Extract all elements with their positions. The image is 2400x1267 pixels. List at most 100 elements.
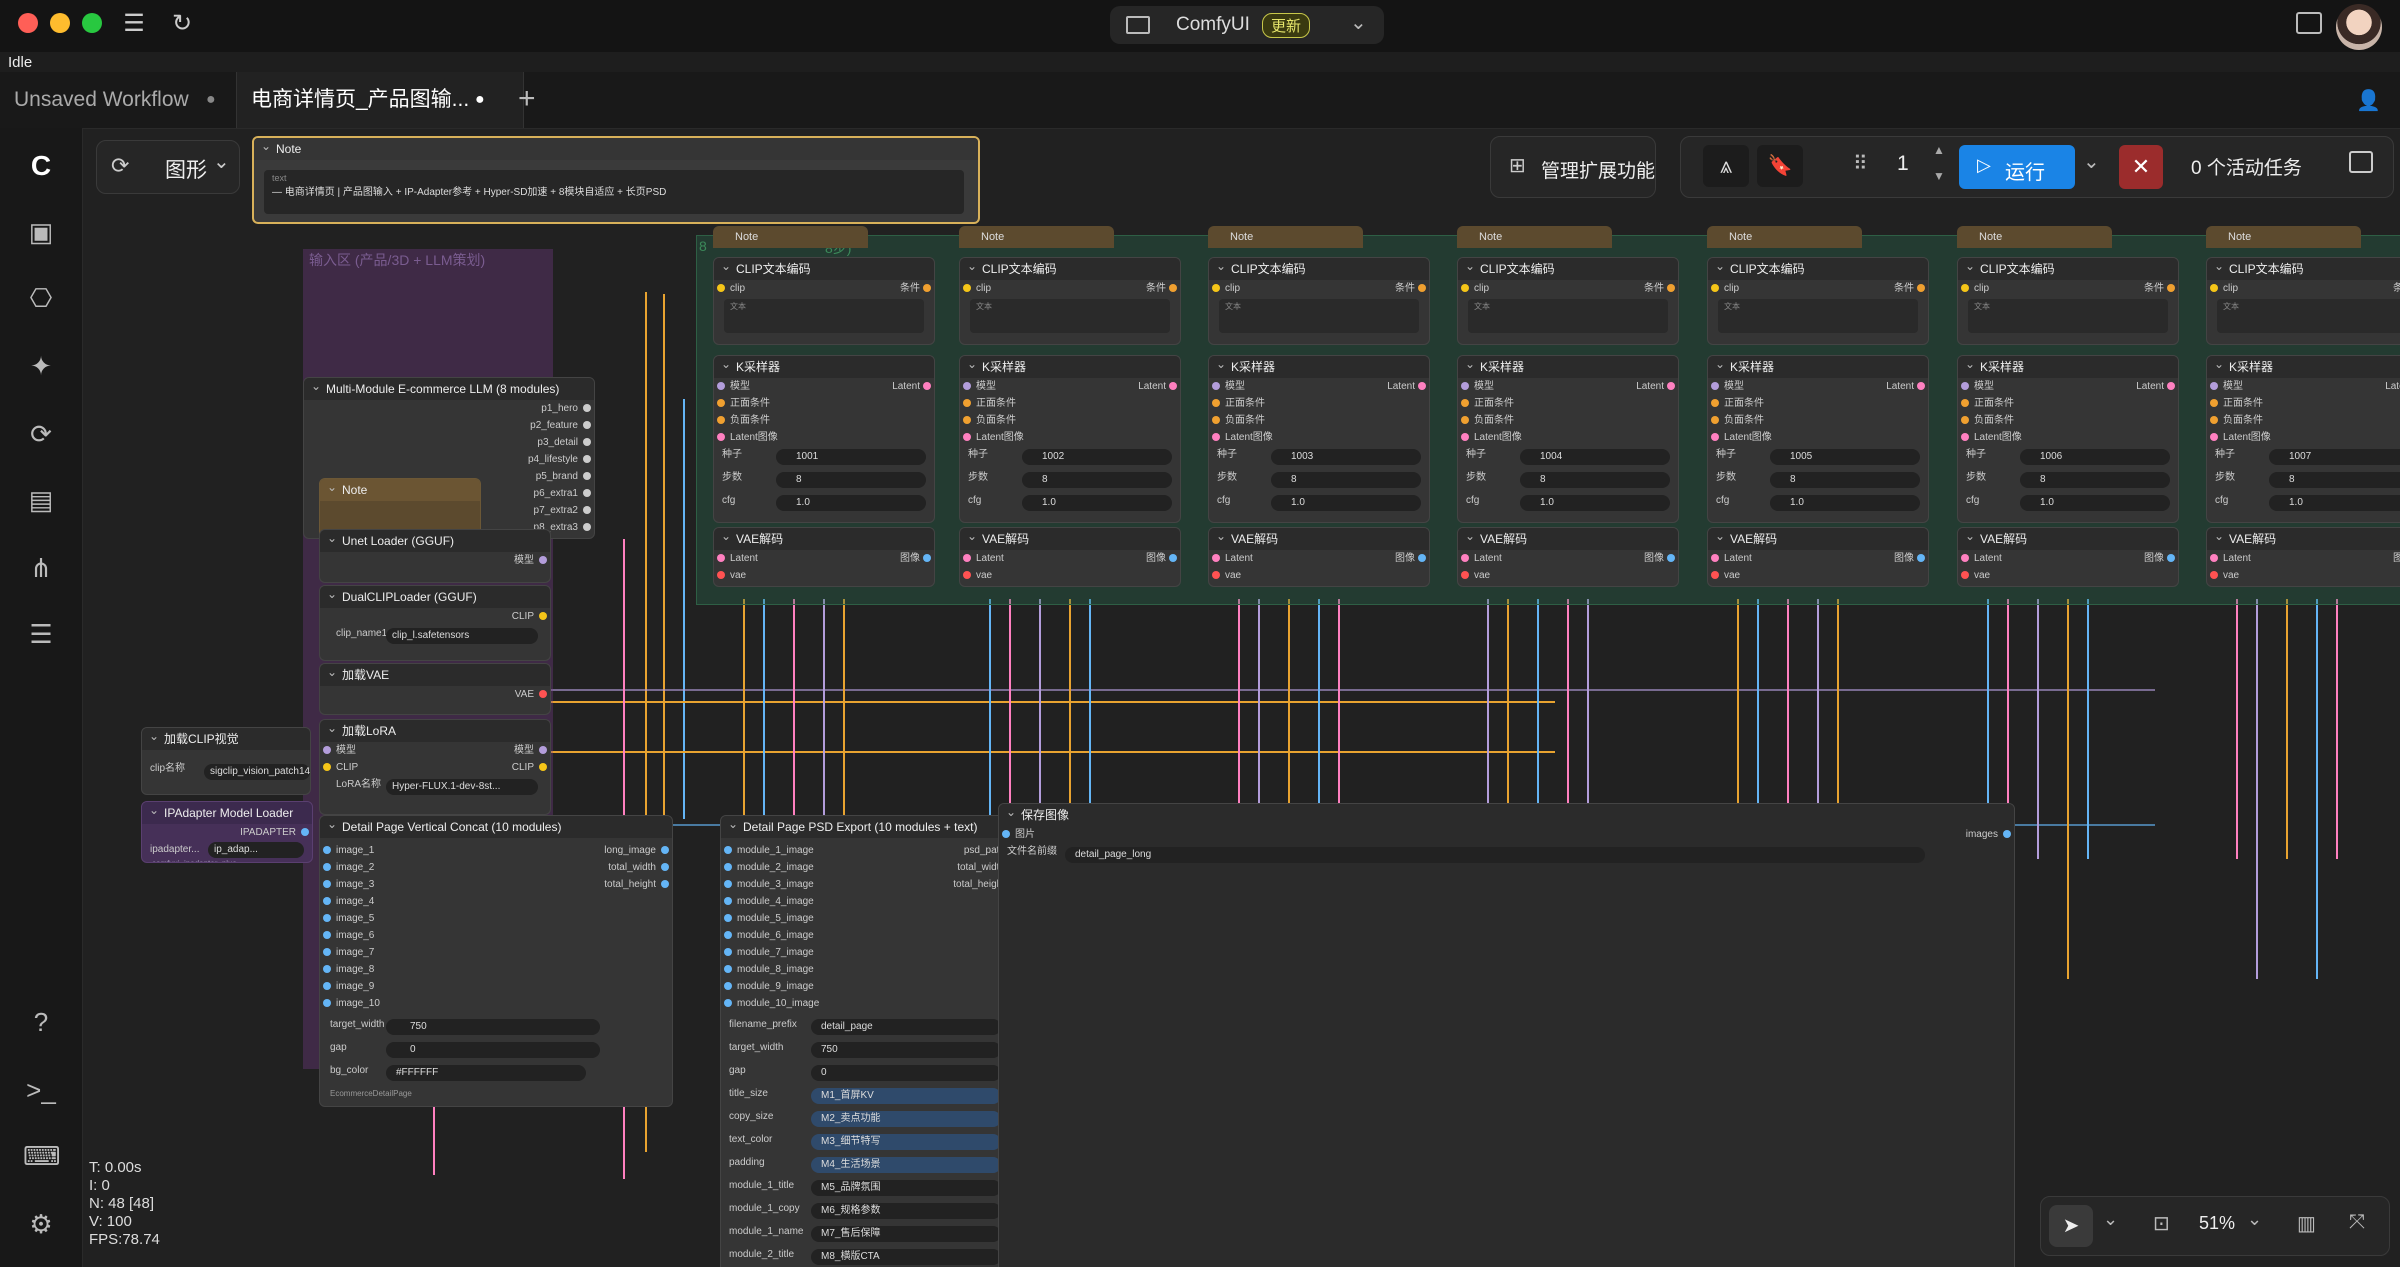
slot-dot[interactable] (583, 506, 591, 514)
widget-input[interactable]: M5_品牌氛围 (811, 1180, 1001, 1196)
slot-dot[interactable] (301, 828, 309, 836)
slot-dot[interactable] (963, 571, 971, 579)
slot-dot[interactable] (923, 554, 931, 562)
output-slot[interactable]: p2_feature (304, 417, 594, 434)
slot-dot[interactable] (724, 982, 732, 990)
clip-text-encode-node[interactable]: CLIP文本编码 clip 条件文本 (1957, 257, 2179, 345)
chevron-down-icon[interactable]: ⌄ (2247, 1209, 2262, 1230)
slot-dot[interactable] (1711, 433, 1719, 441)
keyboard-icon[interactable]: ⌨ (23, 1138, 61, 1174)
slot-dot[interactable] (1711, 416, 1719, 424)
node-library-icon[interactable]: ✦ (23, 348, 59, 384)
slot-dot[interactable] (1961, 571, 1969, 579)
output-slot[interactable]: total_width (522, 859, 672, 876)
slot-dot[interactable] (1711, 284, 1719, 292)
target-width-stepper[interactable]: 750 (386, 1019, 600, 1035)
ksampler-node[interactable]: K采样器模型 Latent 正面条件负面条件 Latent图像种子 1002 步数 8 cfg… (959, 355, 1181, 523)
slot-dot[interactable] (2003, 830, 2011, 838)
slot-dot[interactable] (724, 880, 732, 888)
slot-dot[interactable] (717, 554, 725, 562)
images-icon[interactable]: ▣ (23, 214, 59, 250)
cfg-stepper[interactable]: 1.0 (1271, 495, 1421, 511)
vertical-concat-node[interactable]: Detail Page Vertical Concat (10 modules)… (319, 815, 673, 1107)
input-slot[interactable]: module_1_image (721, 842, 819, 859)
steps-stepper[interactable]: 8 (1271, 472, 1421, 488)
slot-dot[interactable] (1461, 284, 1469, 292)
chevron-down-icon[interactable]: ⌄ (2103, 1209, 2118, 1230)
ipadapter-select[interactable]: ip_adap... (208, 842, 304, 858)
slot-dot[interactable] (724, 846, 732, 854)
maximize-window-button[interactable] (82, 13, 102, 33)
column-note[interactable]: Note (959, 226, 1114, 248)
model-library-icon[interactable]: ⎔ (23, 280, 59, 316)
ksampler-node[interactable]: K采样器模型 Latent 正面条件负面条件 Latent图像种子 1003 步数 8 cfg… (1208, 355, 1430, 523)
slot-dot[interactable] (1169, 554, 1177, 562)
slot-dot[interactable] (323, 914, 331, 922)
column-note[interactable]: Note (713, 226, 868, 248)
network-icon[interactable]: ⋔ (23, 550, 59, 586)
widget-input[interactable]: M7_售后保障 (811, 1226, 1001, 1242)
run-options-chevron-icon[interactable]: ⌄ (2083, 149, 2100, 174)
slot-dot[interactable] (1711, 399, 1719, 407)
vae-decode-node[interactable]: VAE解码 Latent 图像 vae (959, 527, 1181, 587)
slot-dot[interactable] (323, 948, 331, 956)
output-slot[interactable]: total_height (522, 876, 672, 893)
note-textarea[interactable]: text — 电商详情页 | 产品图输入 + IP-Adapter参考 + Hy… (264, 170, 964, 214)
feedback-icon[interactable] (2296, 12, 2322, 34)
input-slot[interactable]: image_8 (320, 961, 380, 978)
slot-dot[interactable] (583, 455, 591, 463)
widget-input[interactable]: M6_规格参数 (811, 1203, 1001, 1219)
slot-dot[interactable] (1961, 416, 1969, 424)
widget-input[interactable]: M3_细节特写 (811, 1134, 1001, 1150)
slot-dot[interactable] (724, 999, 732, 1007)
input-slot[interactable]: image_5 (320, 910, 380, 927)
slot-dot[interactable] (1169, 284, 1177, 292)
column-note[interactable]: Note (1707, 226, 1862, 248)
slot-dot[interactable] (717, 399, 725, 407)
comfy-logo-icon[interactable]: C (23, 148, 59, 184)
slot-dot[interactable] (724, 914, 732, 922)
seed-stepper[interactable]: 1006 (2020, 449, 2170, 465)
prompt-textarea[interactable]: 文本 (724, 299, 924, 333)
slot-dot[interactable] (1212, 382, 1220, 390)
slot-dot[interactable] (583, 404, 591, 412)
clip-text-encode-node[interactable]: CLIP文本编码 clip 条件文本 (2206, 257, 2400, 345)
slot-dot[interactable] (1961, 284, 1969, 292)
slot-dot[interactable] (1461, 554, 1469, 562)
cfg-stepper[interactable]: 1.0 (2269, 495, 2400, 511)
slot-dot[interactable] (1667, 382, 1675, 390)
input-slot[interactable]: module_7_image (721, 944, 819, 961)
vae-decode-node[interactable]: VAE解码 Latent 图像 vae (713, 527, 935, 587)
slot-dot[interactable] (583, 489, 591, 497)
slot-dot[interactable] (1961, 399, 1969, 407)
slot-dot[interactable] (1461, 416, 1469, 424)
cfg-stepper[interactable]: 1.0 (2020, 495, 2170, 511)
prompt-textarea[interactable]: 文本 (1219, 299, 1419, 333)
column-note[interactable]: Note (1957, 226, 2112, 248)
widget-input[interactable]: 750 (811, 1042, 1001, 1058)
input-slot[interactable]: image_2 (320, 859, 380, 876)
slot-dot[interactable] (1711, 382, 1719, 390)
input-slot[interactable]: image_10 (320, 995, 380, 1012)
cfg-stepper[interactable]: 1.0 (1022, 495, 1172, 511)
slot-dot[interactable] (1667, 554, 1675, 562)
slot-dot[interactable] (963, 554, 971, 562)
clip-name-select[interactable]: clip_l.safetensors (386, 628, 538, 644)
slot-dot[interactable] (2210, 416, 2218, 424)
fit-view-icon[interactable]: ⊡ (2153, 1211, 2170, 1236)
slot-dot[interactable] (583, 523, 591, 531)
slot-dot[interactable] (323, 982, 331, 990)
graph-mode-selector[interactable]: ⟳ 图形 ⌄ (96, 140, 240, 194)
seed-stepper[interactable]: 1005 (1770, 449, 1920, 465)
widget-input[interactable]: detail_page (811, 1019, 1001, 1035)
top-note-node[interactable]: Note text — 电商详情页 | 产品图输入 + IP-Adapter参考… (252, 136, 980, 224)
slot-dot[interactable] (923, 284, 931, 292)
steps-stepper[interactable]: 8 (1520, 472, 1670, 488)
clip-text-encode-node[interactable]: CLIP文本编码 clip 条件文本 (1707, 257, 1929, 345)
slot-dot[interactable] (1917, 554, 1925, 562)
slot-dot[interactable] (323, 999, 331, 1007)
slot-dot[interactable] (323, 846, 331, 854)
input-slot[interactable]: image_1 (320, 842, 380, 859)
slot-dot[interactable] (1461, 433, 1469, 441)
user-icon[interactable]: 👤 (2356, 88, 2381, 112)
